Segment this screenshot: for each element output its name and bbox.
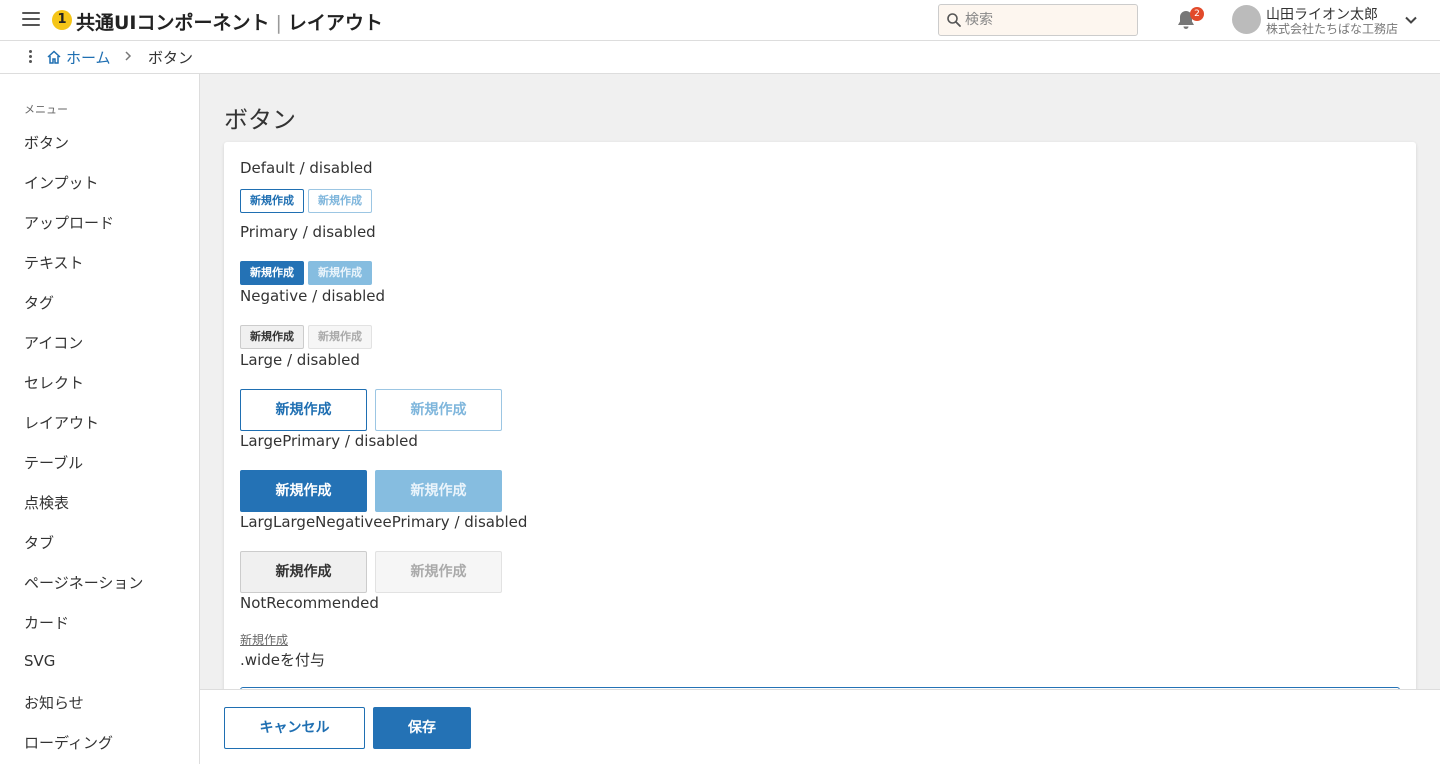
page-title: ボタン xyxy=(224,106,296,134)
sidebar-item-upload[interactable]: アップロード xyxy=(24,212,114,233)
cancel-button[interactable]: キャンセル xyxy=(224,707,365,749)
primary-button-disabled: 新規作成 xyxy=(308,261,372,285)
sidebar: メニュー ボタン インプット アップロード テキスト タグ アイコン セレクト … xyxy=(0,74,200,764)
section-label-large-primary: LargePrimary / disabled xyxy=(240,432,418,450)
default-button[interactable]: 新規作成 xyxy=(240,189,304,213)
app-header: 1 共通UIコンポーネント|レイアウト 2 山田ライオン太郎 株式会社たちばな工… xyxy=(0,0,1440,41)
main-content: ボタン Default / disabled 新規作成 新規作成 Primary… xyxy=(200,74,1440,764)
sidebar-item-select[interactable]: セレクト xyxy=(24,372,84,393)
section-label-negative: Negative / disabled xyxy=(240,287,386,305)
section-label-default: Default / disabled xyxy=(240,159,373,177)
avatar[interactable] xyxy=(1232,5,1261,34)
large-button[interactable]: 新規作成 xyxy=(240,389,367,431)
sidebar-item-icon[interactable]: アイコン xyxy=(24,332,83,353)
sidebar-item-input[interactable]: インプット xyxy=(24,172,99,193)
user-company: 株式会社たちばな工務店 xyxy=(1266,22,1399,36)
section-label-not-recommended: NotRecommended xyxy=(240,594,379,612)
chevron-right-icon xyxy=(125,51,132,61)
home-icon[interactable] xyxy=(46,49,62,65)
breadcrumb-home-link[interactable]: ホーム xyxy=(66,47,111,68)
breadcrumb: ホーム ボタン xyxy=(0,41,1440,74)
section-label-large-negative: LargLargeNegativeePrimary / disabled xyxy=(240,513,528,531)
sidebar-item-loading[interactable]: ローディング xyxy=(24,732,113,753)
large-primary-button-disabled: 新規作成 xyxy=(375,470,502,512)
sidebar-item-svg[interactable]: SVG xyxy=(24,652,55,670)
large-negative-button[interactable]: 新規作成 xyxy=(240,551,367,593)
menu-icon[interactable] xyxy=(22,12,40,28)
app-name: 共通UIコンポーネント xyxy=(76,12,270,34)
default-button-disabled: 新規作成 xyxy=(308,189,372,213)
sidebar-item-card[interactable]: カード xyxy=(24,612,69,633)
section-name: レイアウト xyxy=(287,12,383,34)
section-label-large: Large / disabled xyxy=(240,351,360,369)
chevron-down-icon[interactable] xyxy=(1404,13,1418,27)
save-button[interactable]: 保存 xyxy=(373,707,471,749)
section-label-primary: Primary / disabled xyxy=(240,223,376,241)
sidebar-item-tab[interactable]: タブ xyxy=(24,532,54,553)
app-logo[interactable]: 1 xyxy=(52,10,72,30)
large-primary-button[interactable]: 新規作成 xyxy=(240,470,367,512)
primary-button[interactable]: 新規作成 xyxy=(240,261,304,285)
negative-button-disabled: 新規作成 xyxy=(308,325,372,349)
title-divider: | xyxy=(275,12,282,34)
sidebar-item-pagination[interactable]: ページネーション xyxy=(24,572,143,593)
sidebar-item-checklist[interactable]: 点検表 xyxy=(24,492,69,513)
large-button-disabled: 新規作成 xyxy=(375,389,502,431)
notification-badge: 2 xyxy=(1190,7,1204,21)
sidebar-item-table[interactable]: テーブル xyxy=(24,452,83,473)
breadcrumb-current: ボタン xyxy=(148,49,194,67)
sidebar-label: メニュー xyxy=(24,103,68,116)
search-input[interactable] xyxy=(965,5,1135,35)
button-showcase-card: Default / disabled 新規作成 新規作成 Primary / d… xyxy=(224,142,1416,707)
large-negative-button-disabled: 新規作成 xyxy=(375,551,502,593)
negative-button[interactable]: 新規作成 xyxy=(240,325,304,349)
section-label-wide: .wideを付与 xyxy=(240,651,325,669)
search-icon xyxy=(947,13,961,27)
sidebar-item-text[interactable]: テキスト xyxy=(24,252,84,273)
sidebar-item-layout[interactable]: レイアウト xyxy=(24,412,99,433)
sidebar-item-button[interactable]: ボタン xyxy=(24,132,69,153)
app-title: 共通UIコンポーネント | レイアウト xyxy=(76,8,383,35)
kebab-menu-icon[interactable] xyxy=(26,50,34,66)
action-footer: キャンセル 保存 xyxy=(200,689,1440,764)
not-recommended-link-button[interactable]: 新規作成 xyxy=(240,631,288,648)
sidebar-item-notice[interactable]: お知らせ xyxy=(24,692,84,713)
sidebar-item-tag[interactable]: タグ xyxy=(24,292,54,313)
search-box[interactable] xyxy=(938,4,1138,36)
